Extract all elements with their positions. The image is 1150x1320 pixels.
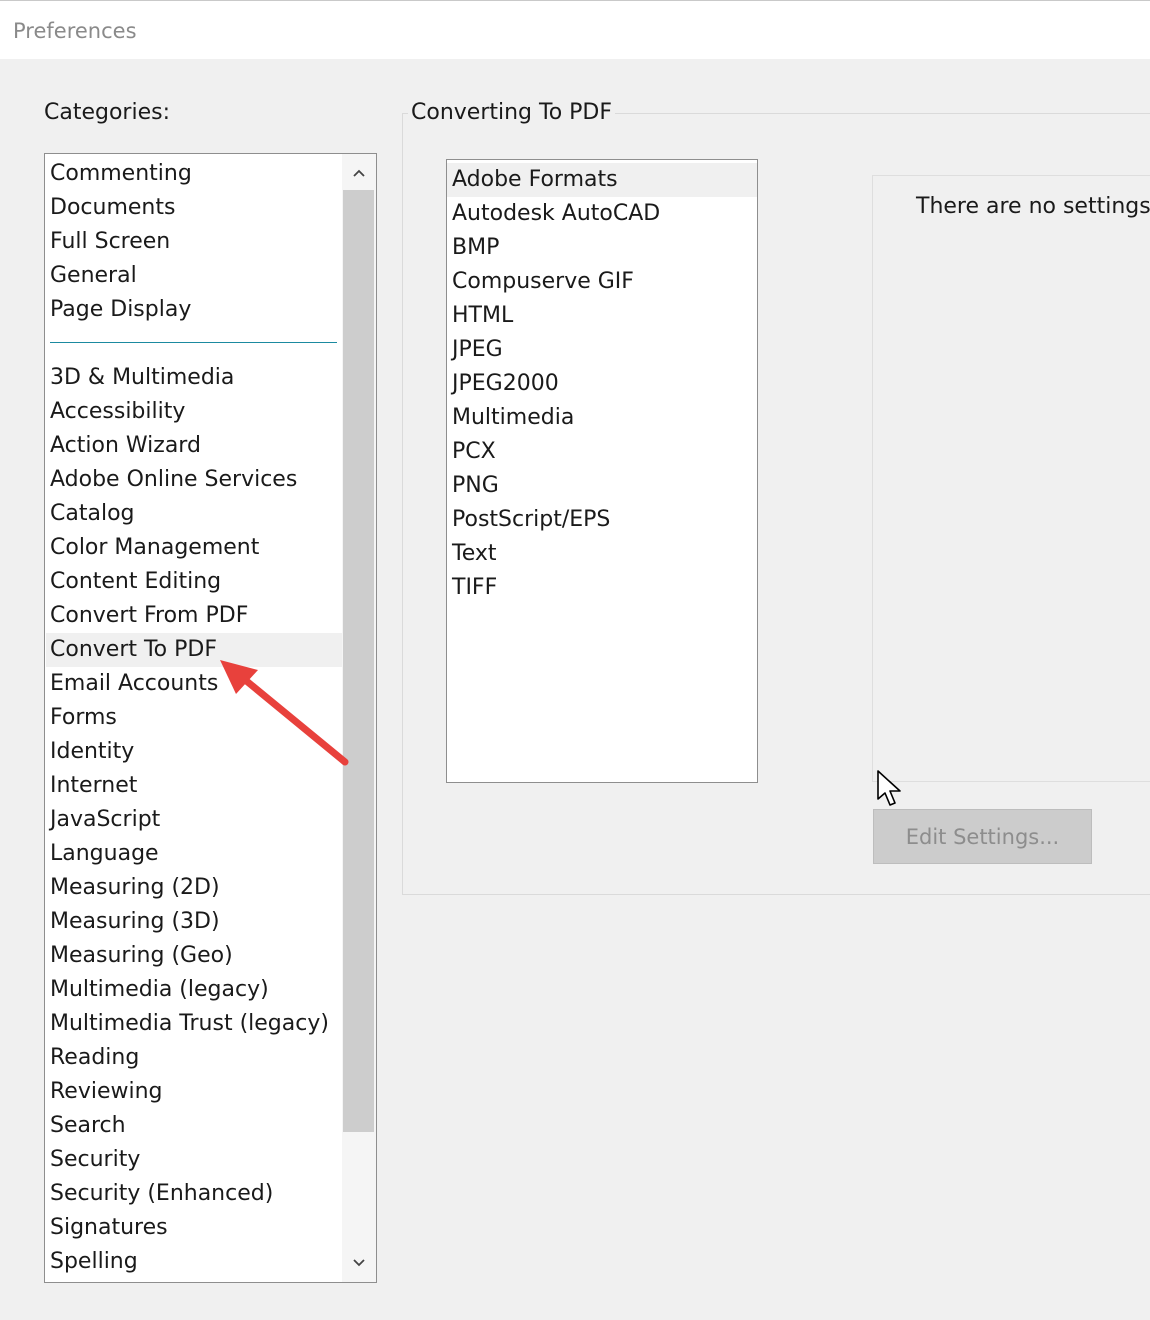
category-item[interactable]: General	[46, 259, 346, 293]
format-item[interactable]: Multimedia	[447, 401, 757, 435]
format-item[interactable]: Compuserve GIF	[447, 265, 757, 299]
category-separator	[50, 342, 337, 343]
settings-panel: There are no settings f	[872, 175, 1150, 782]
format-item[interactable]: PostScript/EPS	[447, 503, 757, 537]
mouse-pointer-icon	[877, 770, 901, 806]
categories-label: Categories:	[44, 100, 170, 125]
red-arrow-icon	[220, 660, 349, 766]
category-item[interactable]: Security	[46, 1143, 346, 1177]
format-item[interactable]: JPEG	[447, 333, 757, 367]
category-item[interactable]: Signatures	[46, 1211, 346, 1245]
category-item[interactable]: 3D & Multimedia	[46, 361, 346, 395]
format-item[interactable]: HTML	[447, 299, 757, 333]
category-item[interactable]: Reviewing	[46, 1075, 346, 1109]
window-title: Preferences	[13, 19, 137, 43]
category-item[interactable]: Search	[46, 1109, 346, 1143]
title-bar: Preferences	[0, 0, 1150, 59]
format-item[interactable]: Autodesk AutoCAD	[447, 197, 757, 231]
category-item[interactable]: Full Screen	[46, 225, 346, 259]
category-item[interactable]: Language	[46, 837, 346, 871]
category-item[interactable]: Documents	[46, 191, 346, 225]
format-item[interactable]: TIFF	[447, 571, 757, 605]
format-item[interactable]: Adobe Formats	[447, 163, 757, 197]
format-item[interactable]: BMP	[447, 231, 757, 265]
category-item[interactable]: JavaScript	[46, 803, 346, 837]
settings-message: There are no settings f	[916, 194, 1150, 219]
converting-group-title: Converting To PDF	[408, 100, 616, 125]
format-item[interactable]: Text	[447, 537, 757, 571]
chevron-up-icon[interactable]	[342, 156, 376, 190]
category-item[interactable]: Content Editing	[46, 565, 346, 599]
category-item[interactable]: Security (Enhanced)	[46, 1177, 346, 1211]
category-item[interactable]: Page Display	[46, 293, 346, 327]
category-item[interactable]: Measuring (Geo)	[46, 939, 346, 973]
category-item[interactable]: Multimedia (legacy)	[46, 973, 346, 1007]
category-item[interactable]: Reading	[46, 1041, 346, 1075]
category-item[interactable]: Measuring (3D)	[46, 905, 346, 939]
format-item[interactable]: PNG	[447, 469, 757, 503]
category-item[interactable]: Convert From PDF	[46, 599, 346, 633]
format-item[interactable]: PCX	[447, 435, 757, 469]
category-item[interactable]: Catalog	[46, 497, 346, 531]
chevron-down-icon[interactable]	[342, 1246, 376, 1280]
category-item[interactable]: Adobe Online Services	[46, 463, 346, 497]
category-item[interactable]: Color Management	[46, 531, 346, 565]
category-item[interactable]: Multimedia Trust (legacy)	[46, 1007, 346, 1041]
category-item[interactable]: Commenting	[46, 157, 346, 191]
formats-list[interactable]: Adobe Formats Autodesk AutoCAD BMP Compuser…	[446, 159, 758, 783]
category-item[interactable]: Spelling	[46, 1245, 346, 1279]
edit-settings-button[interactable]: Edit Settings...	[873, 809, 1092, 864]
category-item[interactable]: Accessibility	[46, 395, 346, 429]
category-item[interactable]: Measuring (2D)	[46, 871, 346, 905]
format-item[interactable]: JPEG2000	[447, 367, 757, 401]
category-item[interactable]: Action Wizard	[46, 429, 346, 463]
